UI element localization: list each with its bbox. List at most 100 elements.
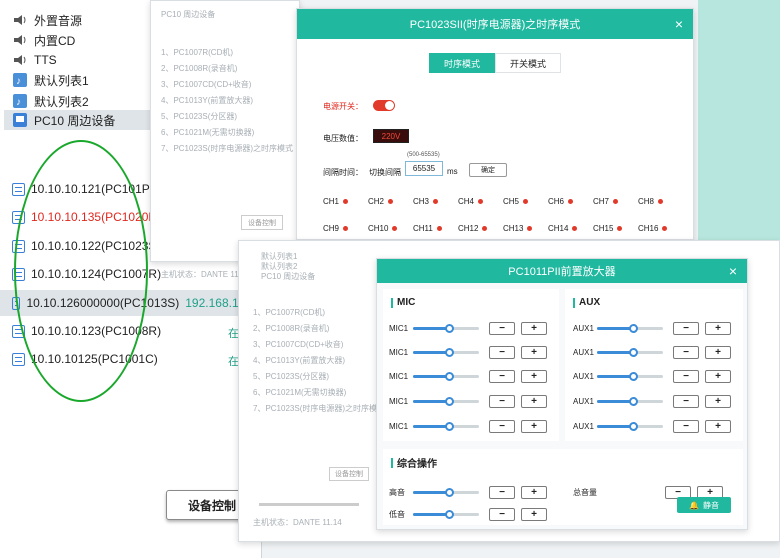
slider-row: AUX1 − + bbox=[573, 321, 731, 335]
level-slider[interactable] bbox=[597, 396, 663, 406]
increase-button[interactable]: + bbox=[521, 485, 547, 499]
decrease-button[interactable]: − bbox=[673, 321, 699, 335]
list-item: 4、PC1013Y(前置放大器) bbox=[253, 356, 346, 365]
source-item-list2[interactable]: ♪ 默认列表2 bbox=[12, 91, 89, 111]
source-label: PC10 周边设备 bbox=[34, 113, 116, 128]
slider-row: AUX1 − + bbox=[573, 394, 731, 408]
decrease-button[interactable]: − bbox=[489, 507, 515, 521]
list-item: 2、PC1008R(录音机) bbox=[253, 324, 330, 333]
level-slider[interactable] bbox=[597, 347, 663, 357]
status-dot-icon bbox=[662, 226, 668, 231]
source-item-cd[interactable]: 内置CD bbox=[12, 30, 75, 50]
status-dot-icon bbox=[527, 226, 533, 231]
slider-label: 低音 bbox=[389, 509, 405, 519]
level-slider[interactable] bbox=[413, 371, 479, 381]
voltage-display: 220V bbox=[373, 129, 409, 143]
level-slider[interactable] bbox=[597, 421, 663, 431]
level-slider[interactable] bbox=[413, 323, 479, 333]
slider-label: AUX1 bbox=[573, 371, 594, 381]
slider-row: 低音 − + bbox=[389, 507, 547, 521]
channel-indicator: CH10 bbox=[368, 224, 398, 233]
slider-row: AUX1 − + bbox=[573, 369, 731, 383]
slider-knob[interactable] bbox=[445, 487, 455, 497]
scrollbar[interactable] bbox=[259, 503, 359, 506]
slider-knob[interactable] bbox=[629, 421, 639, 431]
close-icon[interactable]: × bbox=[729, 263, 737, 279]
decrease-button[interactable]: − bbox=[673, 419, 699, 433]
status-dot-icon bbox=[433, 199, 439, 204]
power-toggle[interactable] bbox=[373, 100, 395, 111]
level-slider[interactable] bbox=[413, 396, 479, 406]
slider-knob[interactable] bbox=[445, 509, 455, 519]
increase-button[interactable]: + bbox=[521, 321, 547, 335]
level-slider[interactable] bbox=[413, 421, 479, 431]
increase-button[interactable]: + bbox=[521, 345, 547, 359]
increase-button[interactable]: + bbox=[521, 507, 547, 521]
decrease-button[interactable]: − bbox=[489, 485, 515, 499]
slider-row: AUX1 − + bbox=[573, 345, 731, 359]
music-note-icon: ♪ bbox=[12, 73, 28, 87]
status-dot-icon bbox=[568, 199, 574, 204]
source-item-tts[interactable]: TTS bbox=[12, 50, 57, 70]
level-slider[interactable] bbox=[597, 323, 663, 333]
decrease-button[interactable]: − bbox=[489, 345, 515, 359]
list-item: 3、PC1007CD(CD+收音) bbox=[253, 340, 344, 349]
decrease-button[interactable]: − bbox=[673, 394, 699, 408]
increase-button[interactable]: + bbox=[705, 321, 731, 335]
slider-knob[interactable] bbox=[629, 371, 639, 381]
decrease-button[interactable]: − bbox=[489, 394, 515, 408]
slider-knob[interactable] bbox=[629, 347, 639, 357]
slider-knob[interactable] bbox=[629, 323, 639, 333]
decrease-button[interactable]: − bbox=[489, 419, 515, 433]
level-slider[interactable] bbox=[597, 371, 663, 381]
channel-indicator: CH16 bbox=[638, 224, 668, 233]
increase-button[interactable]: + bbox=[521, 419, 547, 433]
status-dot-icon bbox=[613, 199, 619, 204]
mute-button[interactable]: 🔔 静音 bbox=[677, 497, 731, 513]
list-item: 5、PC1023S(分区器) bbox=[161, 112, 238, 121]
sequencer-dialog: PC1023SII(时序电源器)之时序模式 × 时序模式 开关模式 电源开关： … bbox=[296, 8, 694, 240]
device-control-button[interactable]: 设备控制 bbox=[329, 467, 369, 481]
slider-label: MIC1 bbox=[389, 396, 409, 406]
decrease-button[interactable]: − bbox=[673, 369, 699, 383]
channel-indicator: CH8 bbox=[638, 197, 664, 206]
slider-knob[interactable] bbox=[445, 396, 455, 406]
decrease-button[interactable]: − bbox=[489, 321, 515, 335]
tab-sequence-mode[interactable]: 时序模式 bbox=[429, 53, 495, 73]
slider-knob[interactable] bbox=[445, 421, 455, 431]
source-item-external[interactable]: 外置音源 bbox=[12, 10, 82, 30]
level-slider[interactable] bbox=[413, 487, 479, 497]
speaker-icon bbox=[12, 13, 28, 27]
slider-knob[interactable] bbox=[445, 347, 455, 357]
slider-label: 总音量 bbox=[573, 487, 597, 497]
slider-knob[interactable] bbox=[629, 396, 639, 406]
level-slider[interactable] bbox=[413, 347, 479, 357]
slider-knob[interactable] bbox=[445, 323, 455, 333]
combo-header: 综合操作 bbox=[391, 455, 437, 470]
close-icon[interactable]: × bbox=[675, 16, 683, 32]
slider-knob[interactable] bbox=[445, 371, 455, 381]
channel-indicator: CH4 bbox=[458, 197, 484, 206]
svg-text:♪: ♪ bbox=[16, 97, 21, 108]
increase-button[interactable]: + bbox=[521, 394, 547, 408]
source-item-pc10[interactable]: PC10 周边设备 bbox=[4, 110, 154, 130]
device-control-button[interactable]: 设备控制 bbox=[241, 215, 283, 230]
increase-button[interactable]: + bbox=[521, 369, 547, 383]
increase-button[interactable]: + bbox=[705, 369, 731, 383]
status-dot-icon bbox=[436, 226, 442, 231]
slider-row: MIC1 − + bbox=[389, 345, 547, 359]
tab-switch-mode[interactable]: 开关模式 bbox=[495, 53, 561, 73]
channel-indicator: CH11 bbox=[413, 224, 442, 233]
decrease-button[interactable]: − bbox=[673, 345, 699, 359]
source-item-list1[interactable]: ♪ 默认列表1 bbox=[12, 70, 89, 90]
interval-input[interactable]: 65535 bbox=[405, 161, 443, 176]
channel-indicator: CH3 bbox=[413, 197, 439, 206]
increase-button[interactable]: + bbox=[705, 345, 731, 359]
level-slider[interactable] bbox=[413, 509, 479, 519]
status-dot-icon bbox=[392, 226, 398, 231]
increase-button[interactable]: + bbox=[705, 394, 731, 408]
confirm-button[interactable]: 确定 bbox=[469, 163, 507, 177]
increase-button[interactable]: + bbox=[705, 419, 731, 433]
aux-header: AUX bbox=[573, 297, 600, 308]
decrease-button[interactable]: − bbox=[489, 369, 515, 383]
